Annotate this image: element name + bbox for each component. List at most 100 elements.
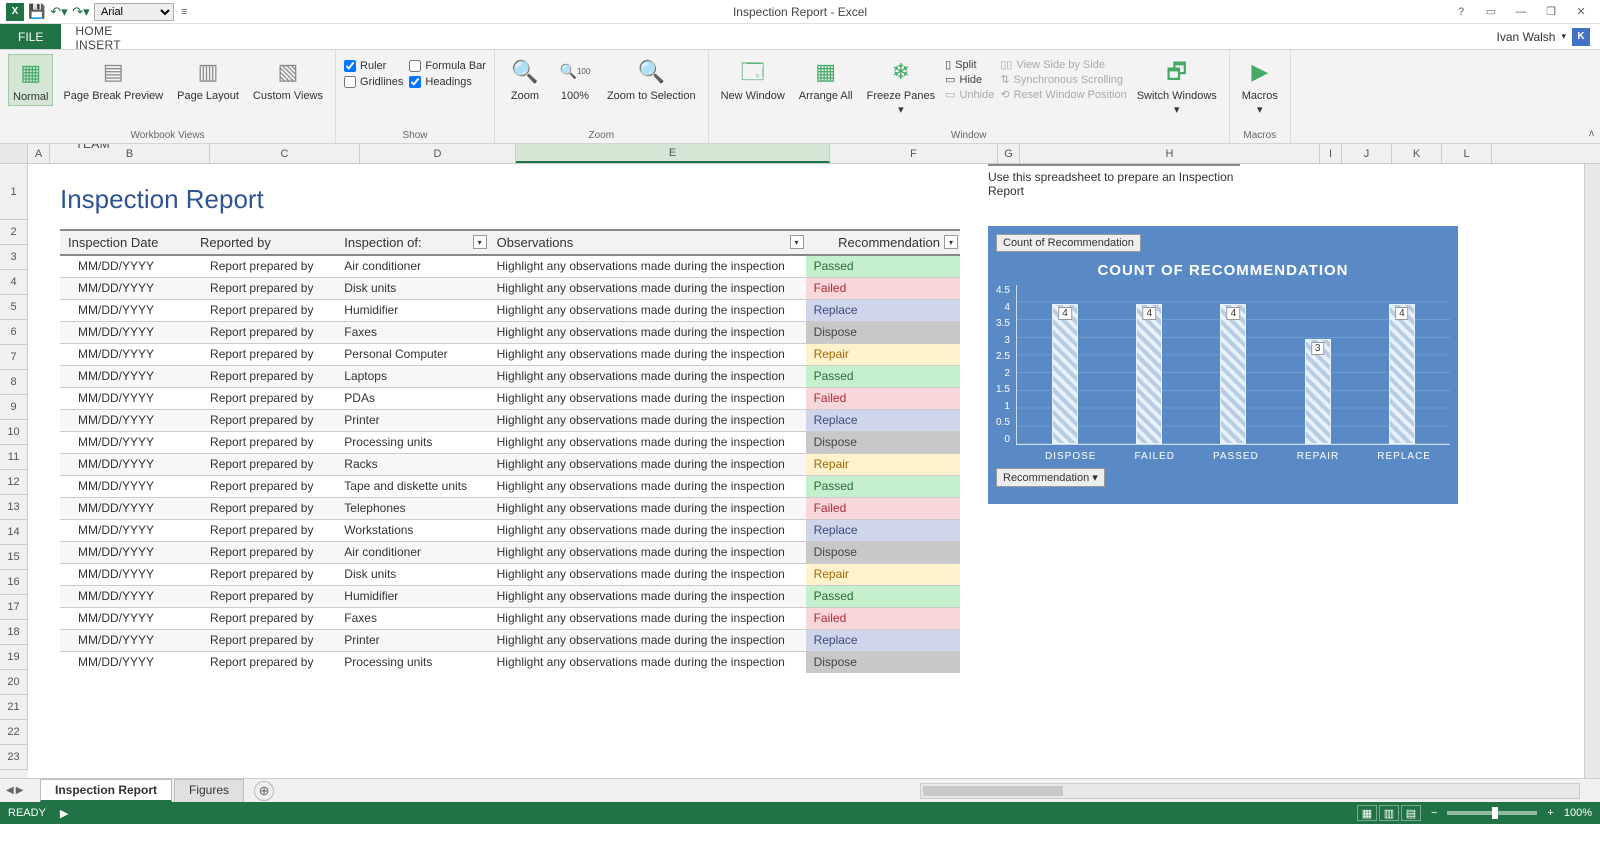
- cell-of[interactable]: Workstations: [336, 519, 488, 541]
- help-icon[interactable]: ?: [1450, 3, 1472, 21]
- column-header[interactable]: C: [210, 144, 360, 163]
- cell-by[interactable]: Report prepared by: [192, 431, 336, 453]
- cell-of[interactable]: Telephones: [336, 497, 488, 519]
- table-row[interactable]: MM/DD/YYYYReport prepared byFaxesHighlig…: [60, 607, 960, 629]
- sheet-tab[interactable]: Figures: [174, 779, 244, 802]
- cell-obs[interactable]: Highlight any observations made during t…: [489, 387, 806, 409]
- cell-rec[interactable]: Replace: [806, 629, 960, 651]
- cell-by[interactable]: Report prepared by: [192, 607, 336, 629]
- row-header[interactable]: 11: [0, 445, 28, 470]
- cell-by[interactable]: Report prepared by: [192, 453, 336, 475]
- cell-obs[interactable]: Highlight any observations made during t…: [489, 409, 806, 431]
- cell-rec[interactable]: Replace: [806, 519, 960, 541]
- table-row[interactable]: MM/DD/YYYYReport prepared byDisk unitsHi…: [60, 277, 960, 299]
- cell-by[interactable]: Report prepared by: [192, 255, 336, 277]
- cell-date[interactable]: MM/DD/YYYY: [60, 343, 192, 365]
- user-badge[interactable]: K: [1572, 28, 1590, 46]
- column-header[interactable]: L: [1442, 144, 1492, 163]
- cell-obs[interactable]: Highlight any observations made during t…: [489, 497, 806, 519]
- column-header[interactable]: A: [28, 144, 50, 163]
- arrange-all-button[interactable]: ▦Arrange All: [795, 54, 857, 104]
- row-header[interactable]: 13: [0, 495, 28, 520]
- normal-view-icon[interactable]: ▦: [1357, 805, 1377, 821]
- cell-date[interactable]: MM/DD/YYYY: [60, 541, 192, 563]
- zoom-selection-button[interactable]: 🔍Zoom to Selection: [603, 54, 700, 104]
- cell-rec[interactable]: Failed: [806, 607, 960, 629]
- row-header[interactable]: 21: [0, 695, 28, 720]
- table-row[interactable]: MM/DD/YYYYReport prepared byAir conditio…: [60, 255, 960, 277]
- cell-by[interactable]: Report prepared by: [192, 475, 336, 497]
- row-header[interactable]: 3: [0, 245, 28, 270]
- new-window-button[interactable]: 🗔New Window: [717, 54, 789, 104]
- filter-icon[interactable]: ▾: [473, 235, 487, 249]
- cell-obs[interactable]: Highlight any observations made during t…: [489, 541, 806, 563]
- cell-of[interactable]: Tape and diskette units: [336, 475, 488, 497]
- row-header[interactable]: 17: [0, 595, 28, 620]
- cell-obs[interactable]: Highlight any observations made during t…: [489, 343, 806, 365]
- cell-obs[interactable]: Highlight any observations made during t…: [489, 321, 806, 343]
- close-icon[interactable]: ✕: [1570, 3, 1592, 21]
- cell-rec[interactable]: Repair: [806, 343, 960, 365]
- cell-of[interactable]: Air conditioner: [336, 541, 488, 563]
- user-name[interactable]: Ivan Walsh: [1497, 30, 1556, 44]
- cell-of[interactable]: Faxes: [336, 321, 488, 343]
- cell-of[interactable]: Humidifier: [336, 585, 488, 607]
- zoom-100-button[interactable]: 🔍100100%: [553, 54, 597, 104]
- cell-date[interactable]: MM/DD/YYYY: [60, 299, 192, 321]
- collapse-ribbon-icon[interactable]: ʌ: [1589, 128, 1594, 139]
- headings-checkbox[interactable]: Headings: [409, 76, 486, 88]
- sheet-nav[interactable]: ◀▶: [6, 785, 23, 796]
- normal-view-button[interactable]: ▦Normal: [8, 54, 53, 106]
- cell-by[interactable]: Report prepared by: [192, 387, 336, 409]
- cell-rec[interactable]: Dispose: [806, 651, 960, 673]
- row-header[interactable]: 19: [0, 645, 28, 670]
- row-header[interactable]: 9: [0, 395, 28, 420]
- zoom-level[interactable]: 100%: [1564, 807, 1592, 819]
- cell-date[interactable]: MM/DD/YYYY: [60, 563, 192, 585]
- cell-obs[interactable]: Highlight any observations made during t…: [489, 475, 806, 497]
- cell-date[interactable]: MM/DD/YYYY: [60, 321, 192, 343]
- macro-record-icon[interactable]: ▶: [60, 807, 68, 820]
- cell-rec[interactable]: Replace: [806, 299, 960, 321]
- table-row[interactable]: MM/DD/YYYYReport prepared byTelephonesHi…: [60, 497, 960, 519]
- cell-rec[interactable]: Replace: [806, 409, 960, 431]
- font-select[interactable]: Arial: [94, 3, 174, 21]
- row-header[interactable]: 15: [0, 545, 28, 570]
- cell-of[interactable]: Disk units: [336, 277, 488, 299]
- row-header[interactable]: 22: [0, 720, 28, 745]
- chart-filter-button[interactable]: Recommendation ▾: [996, 468, 1105, 487]
- cell-rec[interactable]: Repair: [806, 563, 960, 585]
- undo-icon[interactable]: ↶▾: [50, 3, 68, 21]
- column-header[interactable]: E: [516, 144, 830, 163]
- vertical-scrollbar[interactable]: [1584, 164, 1600, 778]
- filter-icon[interactable]: ▾: [944, 235, 958, 249]
- cell-obs[interactable]: Highlight any observations made during t…: [489, 255, 806, 277]
- tab-home[interactable]: HOME: [61, 24, 175, 38]
- excel-app-icon[interactable]: X: [6, 3, 24, 21]
- table-row[interactable]: MM/DD/YYYYReport prepared byPersonal Com…: [60, 343, 960, 365]
- cell-rec[interactable]: Dispose: [806, 321, 960, 343]
- cell-of[interactable]: Disk units: [336, 563, 488, 585]
- column-header[interactable]: B: [50, 144, 210, 163]
- row-header[interactable]: 7: [0, 345, 28, 370]
- formulabar-checkbox[interactable]: Formula Bar: [409, 60, 486, 72]
- hide-button[interactable]: ▭ Hide: [945, 73, 994, 86]
- cell-rec[interactable]: Failed: [806, 277, 960, 299]
- cell-date[interactable]: MM/DD/YYYY: [60, 409, 192, 431]
- cell-rec[interactable]: Passed: [806, 475, 960, 497]
- table-row[interactable]: MM/DD/YYYYReport prepared byPrinterHighl…: [60, 409, 960, 431]
- cell-by[interactable]: Report prepared by: [192, 299, 336, 321]
- cell-rec[interactable]: Passed: [806, 365, 960, 387]
- table-row[interactable]: MM/DD/YYYYReport prepared byLaptopsHighl…: [60, 365, 960, 387]
- zoom-out-button[interactable]: −: [1431, 807, 1437, 819]
- cell-rec[interactable]: Passed: [806, 585, 960, 607]
- cell-of[interactable]: Humidifier: [336, 299, 488, 321]
- cell-of[interactable]: Racks: [336, 453, 488, 475]
- cell-date[interactable]: MM/DD/YYYY: [60, 497, 192, 519]
- cell-obs[interactable]: Highlight any observations made during t…: [489, 651, 806, 673]
- column-header[interactable]: D: [360, 144, 516, 163]
- row-header[interactable]: 12: [0, 470, 28, 495]
- sheet-tab[interactable]: Inspection Report: [40, 779, 172, 802]
- row-header[interactable]: 18: [0, 620, 28, 645]
- cell-date[interactable]: MM/DD/YYYY: [60, 453, 192, 475]
